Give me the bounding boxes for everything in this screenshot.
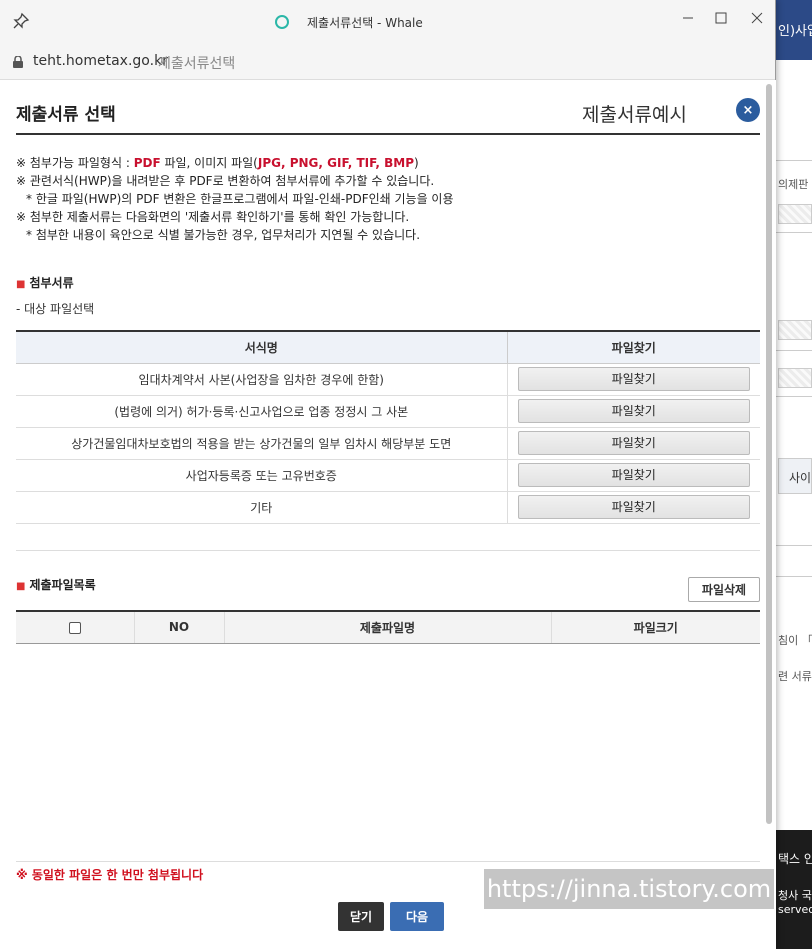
find-file-button[interactable]: 파일찾기 [517,495,750,519]
notice-line-confirm-sub: * 첨부한 내용이 육안으로 식별 불가능한 경우, 업무처리가 지연될 수 있… [26,228,421,242]
bg-footer: 택스 인 청사 국 served [776,830,812,949]
notice-line-formats: ※ 첨부가능 파일형식 : PDF 파일, 이미지 파일(JPG, PNG, G… [16,154,454,172]
watermark: https://jinna.tistory.com [484,869,774,909]
bg-divider [776,160,812,161]
section-divider [16,550,760,551]
bg-table-cell: 사이 [778,458,812,494]
minimize-icon[interactable] [673,6,703,30]
table-row: 기타 파일찾기 [16,491,760,524]
bg-top-banner: 인)사업 [776,0,812,60]
col-header-form-name: 서식명 [16,331,508,364]
next-button[interactable]: 다음 [390,902,444,931]
bg-text: 련 서류 [778,670,812,683]
notice-text: ) [414,156,419,170]
attach-heading-text: 첨부서류 [29,276,74,290]
window-titlebar: 제출서류선택 - Whale [0,0,775,42]
table-header-row: 서식명 파일찾기 [16,331,760,364]
window-title: 제출서류선택 - Whale [307,16,423,30]
find-file-button[interactable]: 파일찾기 [517,431,750,455]
file-list-heading-text: 제출파일목록 [29,578,96,592]
bg-text: 침이 「 [778,634,812,647]
pin-icon[interactable] [12,12,30,30]
popup-title: 제출서류 선택 [16,105,116,125]
notice-line-hwp: ※ 관련서식(HWP)을 내려받은 후 PDF로 변환하여 첨부서류에 추가할 … [16,174,435,188]
notice-text: 파일, 이미지 파일( [160,156,258,170]
table-row: 임대차계약서 사본(사업장을 임차한 경우에 한함) 파일찾기 [16,363,760,396]
notice-box: ※ 첨부가능 파일형식 : PDF 파일, 이미지 파일(JPG, PNG, G… [16,154,454,244]
find-file-button[interactable]: 파일찾기 [517,399,750,423]
popup-window: 제출서류선택 - Whale teht.hometax.go.kr 제출서류선택… [0,0,776,949]
col-header-file-size: 파일크기 [551,611,760,644]
notice-highlight: PDF [133,156,161,170]
form-name-cell: 사업자등록증 또는 고유번호증 [16,459,508,492]
select-all-cell [16,611,135,644]
lock-icon [13,56,23,68]
bg-footer-text: 택스 인 [778,852,812,866]
find-cell: 파일찾기 [507,427,760,460]
popup-close-icon[interactable]: × [736,98,760,122]
duplicate-warning: ※ 동일한 파일은 한 번만 첨부됩니다 [16,868,204,882]
form-name-cell: (법령에 의거) 허가·등록·신고사업으로 업종 정정시 그 사본 [16,395,508,428]
bg-footer-text: 청사 국 [778,889,812,902]
scrollbar-thumb[interactable] [766,84,772,824]
url-host: teht.hometax.go.kr [33,53,168,69]
delete-file-button[interactable]: 파일삭제 [688,577,760,602]
title-divider [16,133,760,135]
form-name-cell: 임대차계약서 사본(사업장을 임차한 경우에 한함) [16,363,508,396]
find-cell: 파일찾기 [507,395,760,428]
select-all-checkbox[interactable] [68,621,81,634]
col-header-file-name: 제출파일명 [224,611,552,644]
find-cell: 파일찾기 [507,459,760,492]
col-header-find-file: 파일찾기 [507,331,760,364]
notice-line-hwp-sub: * 한글 파일(HWP)의 PDF 변환은 한글프로그램에서 파일-인쇄-PDF… [26,192,454,206]
bg-readonly-field [778,204,812,224]
find-cell: 파일찾기 [507,363,760,396]
col-header-no: NO [134,611,225,644]
attach-subtext: - 대상 파일선택 [16,302,95,316]
table-row: (법령에 의거) 허가·등록·신고사업으로 업종 정정시 그 사본 파일찾기 [16,395,760,428]
table-row: 사업자등록증 또는 고유번호증 파일찾기 [16,459,760,492]
close-button[interactable]: 닫기 [338,902,384,931]
form-name-cell: 상가건물임대차보호법의 적용을 받는 상가건물의 일부 임차시 해당부분 도면 [16,427,508,460]
bg-footer-text: served [778,903,812,916]
popup-content: 제출서류 선택 제출서류예시 × ※ 첨부가능 파일형식 : PDF 파일, 이… [0,80,776,949]
maximize-icon[interactable] [706,6,736,30]
table-row: 상가건물임대차보호법의 적용을 받는 상가건물의 일부 임차시 해당부분 도면 … [16,427,760,460]
bg-readonly-field [778,368,812,388]
notice-highlight: JPG, PNG, GIF, TIF, BMP [257,156,415,170]
file-list-heading: ■ 제출파일목록 [16,578,96,592]
close-icon[interactable] [742,6,772,30]
bg-divider [776,545,812,546]
table-header-row: NO 제출파일명 파일크기 [16,611,760,644]
bg-divider [776,396,812,397]
attach-heading: ■ 첨부서류 [16,276,74,290]
form-name-cell: 기타 [16,491,508,524]
bg-divider [776,232,812,233]
bg-text: 의제판 [778,178,809,191]
document-example-link[interactable]: 제출서류예시 [582,100,687,127]
bg-divider [776,576,812,577]
find-file-button[interactable]: 파일찾기 [517,367,750,391]
bg-readonly-field [778,320,812,340]
find-cell: 파일찾기 [507,491,760,524]
footer-divider [16,861,760,862]
url-page-title: 제출서류선택 [158,56,236,72]
address-bar[interactable]: teht.hometax.go.kr 제출서류선택 [0,42,775,80]
bg-divider [776,350,812,351]
notice-text: ※ 첨부가능 파일형식 : [16,156,134,170]
notice-line-confirm: ※ 첨부한 제출서류는 다음화면의 '제출서류 확인하기'를 통해 확인 가능합… [16,210,410,224]
submitted-file-table: NO 제출파일명 파일크기 [16,610,760,644]
find-file-button[interactable]: 파일찾기 [517,463,750,487]
attach-document-table: 서식명 파일찾기 임대차계약서 사본(사업장을 임차한 경우에 한함) 파일찾기… [16,330,760,524]
whale-icon [275,15,289,29]
